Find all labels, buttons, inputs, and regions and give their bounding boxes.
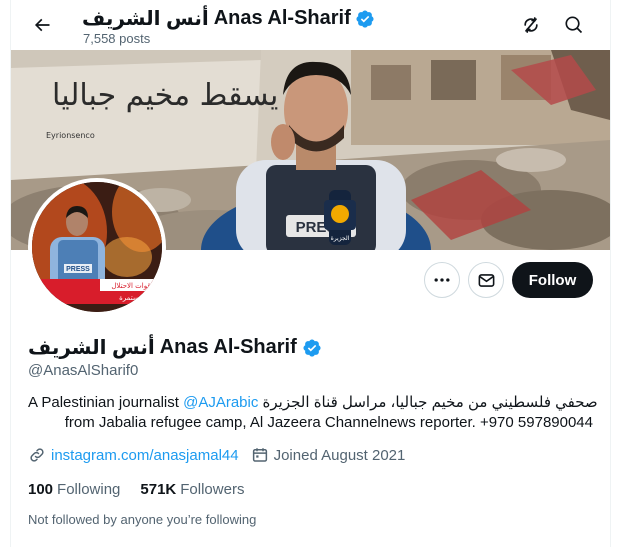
profile-joined: Joined August 2021 bbox=[251, 446, 406, 464]
verified-badge-icon bbox=[356, 9, 374, 28]
search-icon bbox=[565, 16, 583, 34]
following-link[interactable]: 100 Following bbox=[28, 481, 120, 498]
banner-mic-logo: الجزيرة bbox=[331, 235, 350, 242]
profile-meta: instagram.com/anasjamal44 Joined August … bbox=[28, 446, 405, 464]
header-name-latin: Anas Al-Sharif bbox=[213, 7, 351, 29]
column-border-right bbox=[610, 0, 611, 547]
bio-mention-link[interactable]: @AJArabic bbox=[183, 394, 258, 411]
profile-stats: 100 Following 571K Followers bbox=[28, 481, 244, 498]
sync-button[interactable] bbox=[514, 8, 548, 42]
bio-line-1: A Palestinian journalist @AJArabic صحفي … bbox=[28, 393, 598, 413]
back-button[interactable] bbox=[25, 8, 59, 42]
posts-count: 7,558 posts bbox=[83, 31, 151, 46]
bio-text-prefix: A Palestinian journalist bbox=[28, 394, 184, 411]
followers-you-know: Not followed by anyone you’re following bbox=[28, 512, 257, 527]
arrow-left-icon bbox=[34, 18, 50, 32]
message-button[interactable] bbox=[468, 262, 504, 298]
header-title: أنس الشريف Anas Al-Sharif bbox=[82, 6, 375, 31]
verified-badge-icon[interactable] bbox=[302, 338, 322, 358]
header-name-arabic: أنس الشريف bbox=[82, 8, 209, 30]
profile-page: أنس الشريف Anas Al-Sharif 7,558 posts لن… bbox=[0, 0, 622, 547]
more-options-button[interactable] bbox=[424, 262, 460, 298]
profile-avatar[interactable]: PRESS قوات الاحتلال مستمرة bbox=[28, 178, 166, 316]
avatar-lower-third: قوات الاحتلال bbox=[111, 282, 150, 290]
following-count: 100 bbox=[28, 481, 54, 498]
link-icon bbox=[28, 446, 46, 464]
profile-name-arabic: أنس الشريف bbox=[28, 337, 155, 359]
website-link[interactable]: instagram.com/anasjamal44 bbox=[51, 447, 239, 464]
followers-link[interactable]: 571K Followers bbox=[140, 481, 244, 498]
ellipsis-icon bbox=[434, 278, 450, 282]
banner-graffiti: لن يسقط مخيم جباليا bbox=[52, 78, 320, 113]
avatar-image: PRESS قوات الاحتلال مستمرة bbox=[32, 182, 162, 312]
joined-date: Joined August 2021 bbox=[273, 446, 406, 464]
envelope-icon bbox=[478, 273, 494, 287]
calendar-icon bbox=[251, 446, 269, 464]
following-label: Following bbox=[57, 481, 121, 498]
profile-name: أنس الشريف Anas Al-Sharif bbox=[28, 335, 322, 360]
search-button[interactable] bbox=[557, 8, 591, 42]
profile-handle: @AnasAlSharif0 bbox=[28, 362, 139, 379]
profile-bio: A Palestinian journalist @AJArabic صحفي … bbox=[28, 393, 598, 433]
follow-button[interactable]: Follow bbox=[512, 262, 593, 298]
bio-line-2: from Jabalia refugee camp, Al Jazeera Ch… bbox=[64, 414, 593, 431]
avatar-vest-text: PRESS bbox=[66, 266, 90, 273]
circle-arrows-icon bbox=[524, 17, 538, 33]
profile-website[interactable]: instagram.com/anasjamal44 bbox=[28, 446, 239, 464]
profile-header: أنس الشريف Anas Al-Sharif 7,558 posts bbox=[11, 0, 610, 50]
followers-label: Followers bbox=[180, 481, 245, 498]
avatar-lower-third-2: مستمرة bbox=[119, 294, 143, 302]
bio-text-suffix: صحفي فلسطيني من مخيم جباليا، مراسل قناة … bbox=[258, 394, 598, 411]
banner-graffiti-signature: Eyrionsenco bbox=[46, 131, 95, 140]
followers-count: 571K bbox=[140, 481, 177, 498]
profile-name-latin: Anas Al-Sharif bbox=[159, 336, 297, 358]
